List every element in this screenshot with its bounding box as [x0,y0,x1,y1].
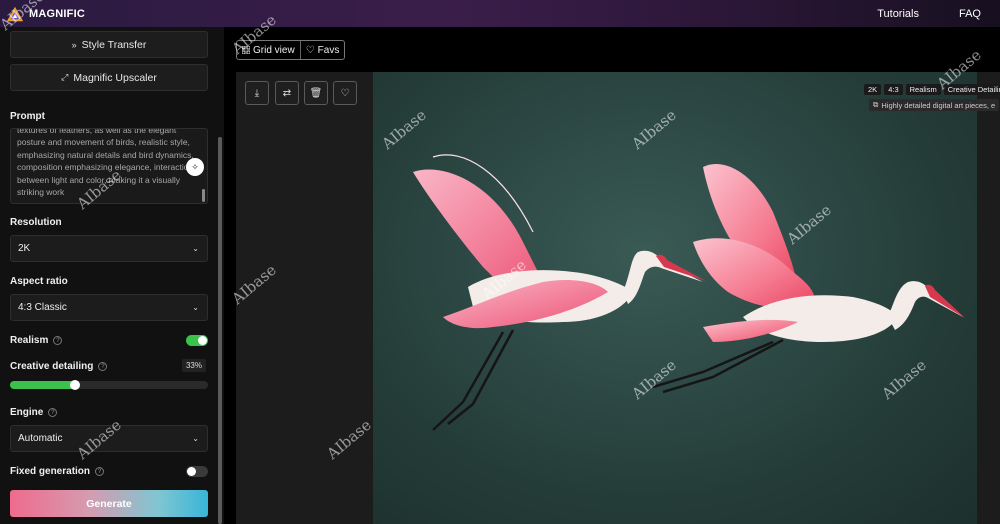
engine-select[interactable]: Automatic ⌄ [10,425,208,452]
resolution-value: 2K [18,243,31,254]
engine-label: Engine? [10,407,58,418]
aspect-ratio-select[interactable]: 4:3 Classic ⌄ [10,294,208,321]
top-bar: MAGNIFIC Tutorials FAQ [0,0,1000,27]
realism-label: Realism? [10,335,63,346]
sidebar-scrollbar-thumb[interactable] [218,137,222,524]
creative-detailing-label: Creative detailing? [10,361,108,372]
toggle-knob [187,467,196,476]
heart-outline-icon: ♡ [305,44,315,56]
heart-icon: ♡ [340,87,350,99]
fixed-generation-toggle[interactable] [186,466,208,477]
upscaler-label: Magnific Upscaler [73,71,157,84]
favorite-button[interactable]: ♡ [333,81,357,105]
delete-button[interactable]: 🗑 [304,81,328,105]
bird-left [413,154,706,431]
style-transfer-label: Style Transfer [81,38,147,51]
grid-view-label: Grid view [253,44,295,56]
nav-tutorials[interactable]: Tutorials [877,8,919,20]
help-icon[interactable]: ? [53,336,63,345]
download-button[interactable]: ⤓ [245,81,269,105]
fixed-generation-label: Fixed generation? [10,466,105,477]
slider-fill [10,381,76,389]
caption-text: Highly detailed digital art pieces, e [881,100,996,110]
sidebar-scrollbar-track[interactable] [218,137,222,524]
copy-icon: ⧉ [873,100,879,109]
help-icon[interactable]: ? [95,467,105,476]
nav-faq[interactable]: FAQ [959,8,981,20]
generate-button[interactable]: Generate [10,490,208,517]
tag-resolution: 2K [864,84,882,95]
expand-icon: ⤢ [61,72,69,82]
sidebar: » Style Transfer ⤢ Magnific Upscaler Pro… [0,27,224,524]
tag-realism: Realism [905,84,941,95]
download-icon: ⤓ [254,87,260,99]
tag-creative: Creative Detailing [943,84,1000,95]
help-icon[interactable]: ? [48,408,58,417]
chevron-down-icon: ⌄ [192,434,199,443]
brand-name: MAGNIFIC [29,7,85,20]
style-transfer-button[interactable]: » Style Transfer [10,31,208,58]
prompt-scrollbar[interactable] [202,189,205,202]
grid-icon [242,46,250,54]
creative-detailing-value: 33% [182,359,206,372]
help-icon[interactable]: ? [98,362,108,371]
double-chevron-icon: » [71,39,77,50]
prompt-caption[interactable]: ⧉ Highly detailed digital art pieces, e [869,99,1000,111]
chevron-down-icon: ⌄ [192,244,199,253]
chevron-down-icon: ⌄ [192,303,199,312]
favs-label: Favs [317,44,340,56]
resolution-select[interactable]: 2K ⌄ [10,235,208,262]
upscaler-button[interactable]: ⤢ Magnific Upscaler [10,64,208,91]
prompt-textarea[interactable]: textures of feathers, as well as the ele… [10,128,208,204]
prompt-label: Prompt [10,111,45,122]
toggle-knob [198,336,207,345]
resolution-label: Resolution [10,217,62,228]
generated-image[interactable] [373,72,977,524]
magic-wand-icon: ✧ [191,161,199,172]
engine-value: Automatic [18,433,63,444]
aspect-ratio-value: 4:3 Classic [18,302,67,313]
prompt-text: textures of feathers, as well as the ele… [17,128,194,198]
aspect-ratio-label: Aspect ratio [10,276,68,287]
magnific-logo[interactable]: MAGNIFIC [6,5,85,23]
swap-icon: ⇄ [282,87,292,99]
triangle-logo-icon [6,6,24,21]
creative-detailing-slider[interactable] [10,380,208,390]
trash-icon: 🗑 [309,87,323,99]
tab-favs[interactable]: ♡ Favs [299,41,345,59]
realism-toggle[interactable] [186,335,208,346]
magic-wand-button[interactable]: ✧ [186,158,204,176]
image-canvas: ⤓ ⇄ 🗑 ♡ 2K 4:3 Realism Creative Detailin… [236,72,1000,524]
tab-grid-view[interactable]: Grid view [237,41,300,59]
spoonbills-illustration [413,154,965,431]
image-tags: 2K 4:3 Realism Creative Detailing [864,84,1000,95]
swap-button[interactable]: ⇄ [275,81,299,105]
view-tabs: Grid view ♡ Favs [236,40,346,60]
slider-handle[interactable] [70,380,81,390]
tag-aspect: 4:3 [884,84,903,95]
